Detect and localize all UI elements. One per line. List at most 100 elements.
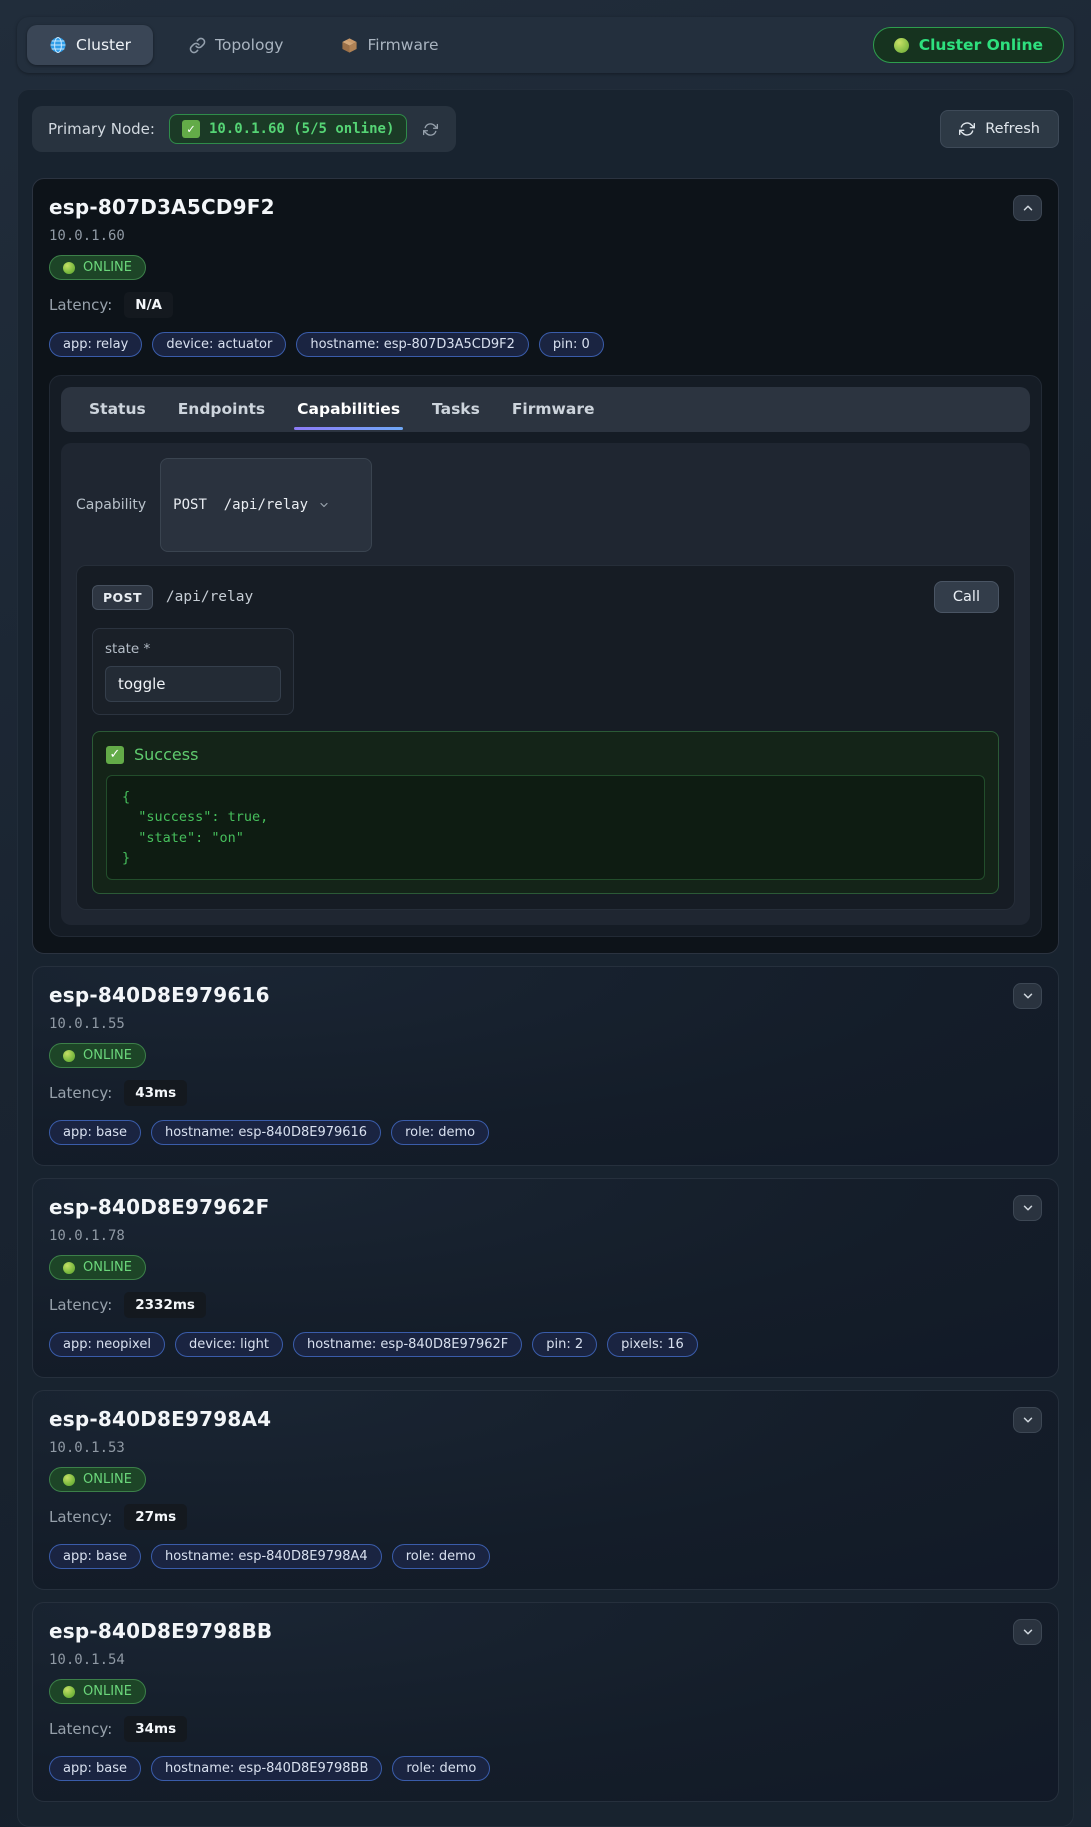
tag-list: app: relay device: actuator hostname: es… bbox=[49, 332, 1042, 357]
expand-button[interactable] bbox=[1013, 983, 1042, 1009]
primary-node-value: 10.0.1.60 (5/5 online) bbox=[209, 121, 394, 137]
tab-label: Cluster bbox=[76, 36, 131, 54]
expand-button[interactable] bbox=[1013, 1407, 1042, 1433]
tab-tasks[interactable]: Tasks bbox=[416, 388, 496, 431]
tag: pin: 2 bbox=[532, 1332, 597, 1357]
device-ip: 10.0.1.78 bbox=[49, 1228, 1042, 1244]
refresh-icon[interactable] bbox=[421, 120, 440, 139]
latency-value: N/A bbox=[124, 292, 173, 318]
device-name: esp-840D8E97962F bbox=[49, 1195, 269, 1219]
capability-select[interactable]: POST /api/relay bbox=[160, 458, 372, 552]
online-dot-icon bbox=[63, 1050, 75, 1062]
primary-node-row: Primary Node: ✓ 10.0.1.60 (5/5 online) R… bbox=[32, 106, 1059, 152]
tag: role: demo bbox=[391, 1120, 489, 1145]
status-label: ONLINE bbox=[83, 1048, 132, 1063]
chevron-up-icon bbox=[1021, 201, 1035, 215]
param-input[interactable] bbox=[105, 666, 281, 702]
tag: role: demo bbox=[392, 1544, 490, 1569]
call-button[interactable]: Call bbox=[934, 581, 999, 613]
tag: app: relay bbox=[49, 332, 142, 357]
tab-cluster[interactable]: Cluster bbox=[27, 25, 153, 65]
primary-node-bar: Primary Node: ✓ 10.0.1.60 (5/5 online) bbox=[32, 106, 456, 152]
tag: hostname: esp-840D8E979616 bbox=[151, 1120, 381, 1145]
tag-list: app: base hostname: esp-840D8E9798BB rol… bbox=[49, 1756, 1042, 1781]
tag: role: demo bbox=[392, 1756, 490, 1781]
tag: hostname: esp-807D3A5CD9F2 bbox=[296, 332, 529, 357]
primary-node-label: Primary Node: bbox=[48, 120, 155, 138]
status-label: ONLINE bbox=[83, 1260, 132, 1275]
status-badge: ONLINE bbox=[49, 1255, 146, 1280]
device-ip: 10.0.1.55 bbox=[49, 1016, 1042, 1032]
tab-status[interactable]: Status bbox=[73, 388, 162, 431]
tag: app: neopixel bbox=[49, 1332, 165, 1357]
tab-firmware[interactable]: Firmware bbox=[496, 388, 611, 431]
latency-label: Latency: bbox=[49, 296, 112, 314]
param-label: state * bbox=[105, 641, 281, 657]
tab-firmware[interactable]: Firmware bbox=[319, 25, 460, 65]
tag: device: actuator bbox=[152, 332, 286, 357]
collapse-button[interactable] bbox=[1013, 195, 1042, 221]
refresh-icon bbox=[959, 121, 975, 137]
status-label: ONLINE bbox=[83, 260, 132, 275]
device-detail-panel: Status Endpoints Capabilities Tasks Firm… bbox=[49, 375, 1042, 937]
package-icon bbox=[341, 37, 358, 54]
capabilities-panel: Capability POST /api/relay POST /api/rel… bbox=[61, 443, 1030, 925]
check-icon: ✓ bbox=[182, 120, 200, 138]
tab-label: Firmware bbox=[367, 36, 438, 54]
device-ip: 10.0.1.54 bbox=[49, 1652, 1042, 1668]
device-card: esp-840D8E97962F 10.0.1.78 ONLINE Latenc… bbox=[32, 1178, 1059, 1378]
result-json: { "success": true, "state": "on" } bbox=[106, 775, 985, 880]
primary-node-badge: ✓ 10.0.1.60 (5/5 online) bbox=[169, 114, 407, 144]
device-card: esp-840D8E9798A4 10.0.1.53 ONLINE Latenc… bbox=[32, 1390, 1059, 1590]
tag: pixels: 16 bbox=[607, 1332, 698, 1357]
cluster-section: Primary Node: ✓ 10.0.1.60 (5/5 online) R… bbox=[17, 89, 1074, 1827]
status-badge: ONLINE bbox=[49, 1679, 146, 1704]
device-name: esp-840D8E9798A4 bbox=[49, 1407, 271, 1431]
refresh-button-label: Refresh bbox=[985, 121, 1040, 137]
chevron-down-icon bbox=[1021, 989, 1035, 1003]
latency-label: Latency: bbox=[49, 1508, 112, 1526]
top-nav: Cluster Topology Firmware bbox=[17, 17, 1074, 73]
device-card: esp-807D3A5CD9F2 10.0.1.60 ONLINE Latenc… bbox=[32, 178, 1059, 954]
tag: hostname: esp-840D8E9798BB bbox=[151, 1756, 382, 1781]
tag: pin: 0 bbox=[539, 332, 604, 357]
tag-list: app: base hostname: esp-840D8E979616 rol… bbox=[49, 1120, 1042, 1145]
expand-button[interactable] bbox=[1013, 1195, 1042, 1221]
device-name: esp-840D8E9798BB bbox=[49, 1619, 272, 1643]
status-badge: ONLINE bbox=[49, 1043, 146, 1068]
status-badge: ONLINE bbox=[49, 255, 146, 280]
tag: app: base bbox=[49, 1756, 141, 1781]
chevron-down-icon bbox=[1021, 1413, 1035, 1427]
tab-topology[interactable]: Topology bbox=[167, 25, 305, 65]
latency-value: 43ms bbox=[124, 1080, 187, 1106]
online-dot-icon bbox=[63, 1262, 75, 1274]
latency-label: Latency: bbox=[49, 1720, 112, 1738]
latency-value: 2332ms bbox=[124, 1292, 206, 1318]
tag: hostname: esp-840D8E97962F bbox=[293, 1332, 522, 1357]
tab-capabilities[interactable]: Capabilities bbox=[281, 388, 416, 431]
endpoint-card: POST /api/relay Call state * ✓ Success bbox=[76, 565, 1015, 910]
expand-button[interactable] bbox=[1013, 1619, 1042, 1645]
tag-list: app: neopixel device: light hostname: es… bbox=[49, 1332, 1042, 1357]
device-card: esp-840D8E9798BB 10.0.1.54 ONLINE Latenc… bbox=[32, 1602, 1059, 1802]
online-dot-icon bbox=[63, 1474, 75, 1486]
status-label: ONLINE bbox=[83, 1472, 132, 1487]
endpoint-path: /api/relay bbox=[166, 589, 253, 605]
tag: app: base bbox=[49, 1120, 141, 1145]
status-badge: ONLINE bbox=[49, 1467, 146, 1492]
device-tabs: Status Endpoints Capabilities Tasks Firm… bbox=[61, 387, 1030, 432]
latency-value: 34ms bbox=[124, 1716, 187, 1742]
refresh-button[interactable]: Refresh bbox=[940, 110, 1059, 148]
tag-list: app: base hostname: esp-840D8E9798A4 rol… bbox=[49, 1544, 1042, 1569]
chevron-down-icon bbox=[1021, 1201, 1035, 1215]
http-method-badge: POST bbox=[92, 585, 153, 610]
device-name: esp-840D8E979616 bbox=[49, 983, 270, 1007]
device-ip: 10.0.1.53 bbox=[49, 1440, 1042, 1456]
link-icon bbox=[189, 37, 206, 54]
nav-tabs: Cluster Topology Firmware bbox=[27, 25, 461, 65]
latency-label: Latency: bbox=[49, 1084, 112, 1102]
check-icon: ✓ bbox=[106, 746, 124, 764]
cluster-status-badge: Cluster Online bbox=[873, 27, 1064, 63]
tab-endpoints[interactable]: Endpoints bbox=[162, 388, 281, 431]
tag: hostname: esp-840D8E9798A4 bbox=[151, 1544, 382, 1569]
